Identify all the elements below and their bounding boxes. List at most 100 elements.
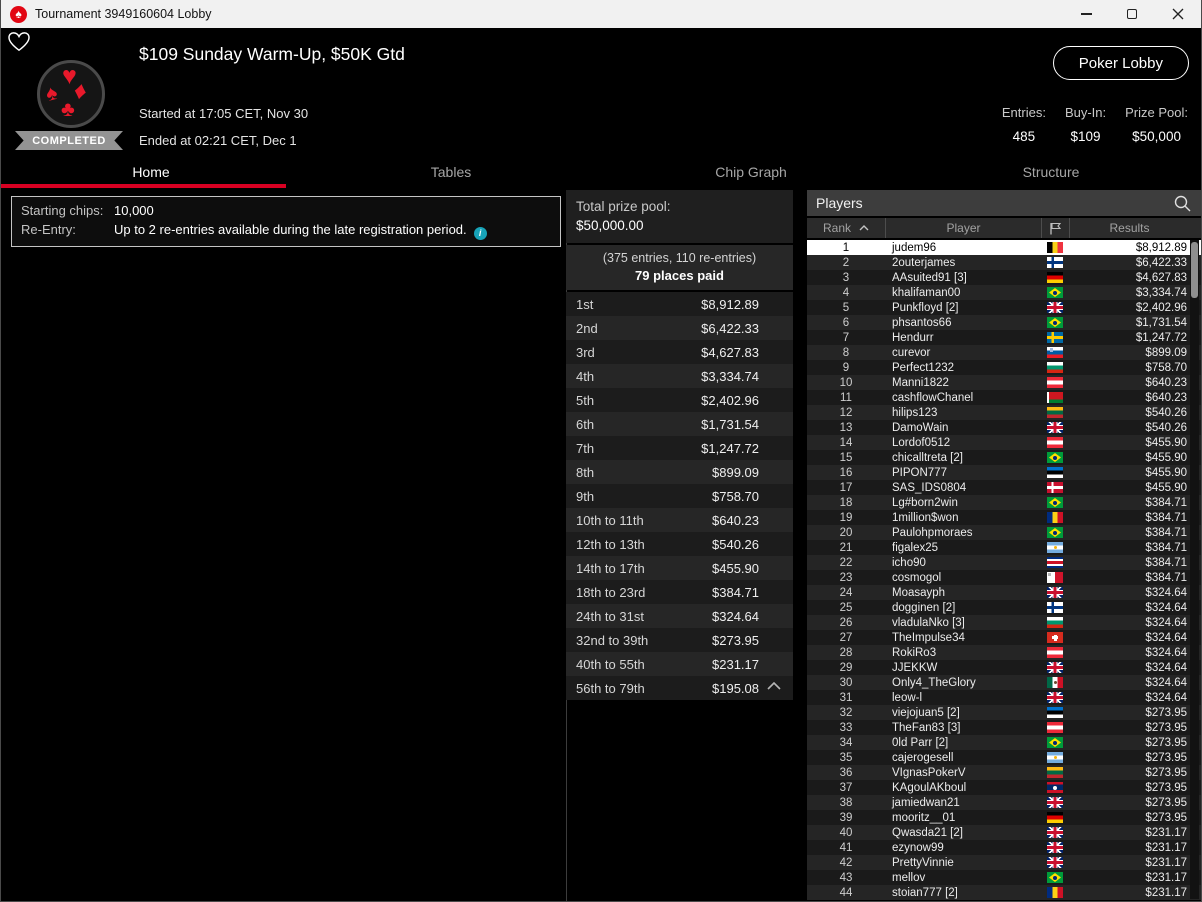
player-result: $231.17 [1069, 887, 1201, 899]
player-row[interactable]: 39mooritz__01$273.95 [807, 810, 1201, 825]
player-row[interactable]: 13DamoWain$540.26 [807, 420, 1201, 435]
player-row[interactable]: 41ezynow99$231.17 [807, 840, 1201, 855]
player-flag-cell [1041, 257, 1069, 268]
player-row[interactable]: 28RokiRo3$324.64 [807, 645, 1201, 660]
payout-amount: $324.64 [712, 609, 793, 624]
player-name: PrettyVinnie [885, 857, 1041, 869]
payout-amount: $1,247.72 [701, 441, 793, 456]
payout-amount: $899.09 [712, 465, 793, 480]
player-row[interactable]: 340ld Parr [2]$273.95 [807, 735, 1201, 750]
player-row[interactable]: 8curevor$899.09 [807, 345, 1201, 360]
player-row[interactable]: 3AAsuited91 [3]$4,627.83 [807, 270, 1201, 285]
tab-home[interactable]: Home [1, 160, 301, 188]
player-row[interactable]: 38jamiedwan21$273.95 [807, 795, 1201, 810]
player-name: stoian777 [2] [885, 887, 1041, 899]
player-row[interactable]: 42PrettyVinnie$231.17 [807, 855, 1201, 870]
player-rank: 28 [807, 647, 885, 659]
column-flag[interactable] [1041, 218, 1069, 238]
column-rank[interactable]: Rank [807, 218, 885, 238]
player-row[interactable]: 30Only4_TheGlory$324.64 [807, 675, 1201, 690]
player-row[interactable]: 33TheFan83 [3]$273.95 [807, 720, 1201, 735]
player-row[interactable]: 7Hendurr$1,247.72 [807, 330, 1201, 345]
player-rank: 14 [807, 437, 885, 449]
tab-structure[interactable]: Structure [901, 160, 1201, 188]
payouts-scroll-up[interactable] [566, 682, 793, 690]
starting-chips-row: Starting chips: 10,000 [21, 201, 551, 220]
player-row[interactable]: 35cajerogesell$273.95 [807, 750, 1201, 765]
player-row[interactable]: 9Perfect1232$758.70 [807, 360, 1201, 375]
player-row[interactable]: 25dogginen [2]$324.64 [807, 600, 1201, 615]
player-row[interactable]: 43mellov$231.17 [807, 870, 1201, 885]
maximize-button[interactable] [1109, 0, 1155, 28]
minimize-button[interactable] [1063, 0, 1109, 28]
player-row[interactable]: 40Qwasda21 [2]$231.17 [807, 825, 1201, 840]
player-row[interactable]: 191million$won$384.71 [807, 510, 1201, 525]
player-row[interactable]: 22outerjames$6,422.33 [807, 255, 1201, 270]
player-row[interactable]: 32viejojuan5 [2]$273.95 [807, 705, 1201, 720]
player-row[interactable]: 14Lordof0512$455.90 [807, 435, 1201, 450]
player-row[interactable]: 6phsantos66$1,731.54 [807, 315, 1201, 330]
payout-place: 5th [566, 393, 594, 408]
player-name: 2outerjames [885, 257, 1041, 269]
player-row[interactable]: 22icho90$384.71 [807, 555, 1201, 570]
players-panel-title: Players [816, 195, 863, 211]
players-scrollbar[interactable] [1190, 240, 1199, 899]
favorite-button[interactable] [8, 32, 30, 57]
player-row[interactable]: 31leow-l$324.64 [807, 690, 1201, 705]
search-button[interactable] [1173, 194, 1192, 213]
player-row[interactable]: 44stoian777 [2]$231.17 [807, 885, 1201, 900]
player-row[interactable]: 1judem96$8,912.89 [807, 240, 1201, 255]
player-name: Lordof0512 [885, 437, 1041, 449]
costarica-flag-icon [1047, 557, 1063, 568]
column-results[interactable]: Results [1069, 218, 1201, 238]
belarus-flag-icon [1047, 392, 1063, 403]
starting-chips-label: Starting chips: [21, 201, 114, 220]
player-result: $1,247.72 [1069, 332, 1201, 344]
player-rank: 11 [807, 392, 885, 404]
player-row[interactable]: 4khalifaman00$3,334.74 [807, 285, 1201, 300]
starting-chips-value: 10,000 [114, 201, 154, 220]
player-row[interactable]: 26vladulaNko [3]$324.64 [807, 615, 1201, 630]
player-result: $384.71 [1069, 572, 1201, 584]
player-row[interactable]: 17SAS_IDS0804$455.90 [807, 480, 1201, 495]
player-row[interactable]: 23cosmogol$384.71 [807, 570, 1201, 585]
info-icon[interactable]: i [474, 227, 487, 240]
payout-place: 24th to 31st [566, 609, 644, 624]
player-rank: 34 [807, 737, 885, 749]
player-flag-cell [1041, 422, 1069, 433]
player-flag-cell [1041, 482, 1069, 493]
tab-tables[interactable]: Tables [301, 160, 601, 188]
player-row[interactable]: 29JJEKKW$324.64 [807, 660, 1201, 675]
player-row[interactable]: 24Moasayph$324.64 [807, 585, 1201, 600]
player-flag-cell [1041, 632, 1069, 643]
player-rank: 19 [807, 512, 885, 524]
player-flag-cell [1041, 557, 1069, 568]
player-row[interactable]: 12hilips123$540.26 [807, 405, 1201, 420]
player-row[interactable]: 16PIPON777$455.90 [807, 465, 1201, 480]
tournament-badge: ♥ ♠ ♦ ♣ [37, 60, 105, 128]
window-controls [1063, 0, 1201, 28]
player-row[interactable]: 15chicalltreta [2]$455.90 [807, 450, 1201, 465]
player-row[interactable]: 18Lg#born2win$384.71 [807, 495, 1201, 510]
column-player[interactable]: Player [885, 218, 1041, 238]
player-flag-cell [1041, 272, 1069, 283]
close-button[interactable] [1155, 0, 1201, 28]
player-row[interactable]: 37KAgoulAKboul$273.95 [807, 780, 1201, 795]
search-icon [1173, 194, 1192, 213]
player-row[interactable]: 11cashflowChanel$640.23 [807, 390, 1201, 405]
poker-lobby-button[interactable]: Poker Lobby [1053, 46, 1189, 80]
player-rank: 30 [807, 677, 885, 689]
player-row[interactable]: 20Paulohpmoraes$384.71 [807, 525, 1201, 540]
players-table-body: 1judem96$8,912.8922outerjames$6,422.333A… [807, 240, 1201, 900]
player-row[interactable]: 36VIgnasPokerV$273.95 [807, 765, 1201, 780]
player-result: $231.17 [1069, 827, 1201, 839]
players-scrollbar-thumb[interactable] [1191, 242, 1198, 298]
player-row[interactable]: 10Manni1822$640.23 [807, 375, 1201, 390]
player-flag-cell [1041, 737, 1069, 748]
player-rank: 18 [807, 497, 885, 509]
player-row[interactable]: 5Punkfloyd [2]$2,402.96 [807, 300, 1201, 315]
player-row[interactable]: 21figalex25$384.71 [807, 540, 1201, 555]
player-flag-cell [1041, 572, 1069, 583]
player-row[interactable]: 27TheImpulse34$324.64 [807, 630, 1201, 645]
tab-chip-graph[interactable]: Chip Graph [601, 160, 901, 188]
